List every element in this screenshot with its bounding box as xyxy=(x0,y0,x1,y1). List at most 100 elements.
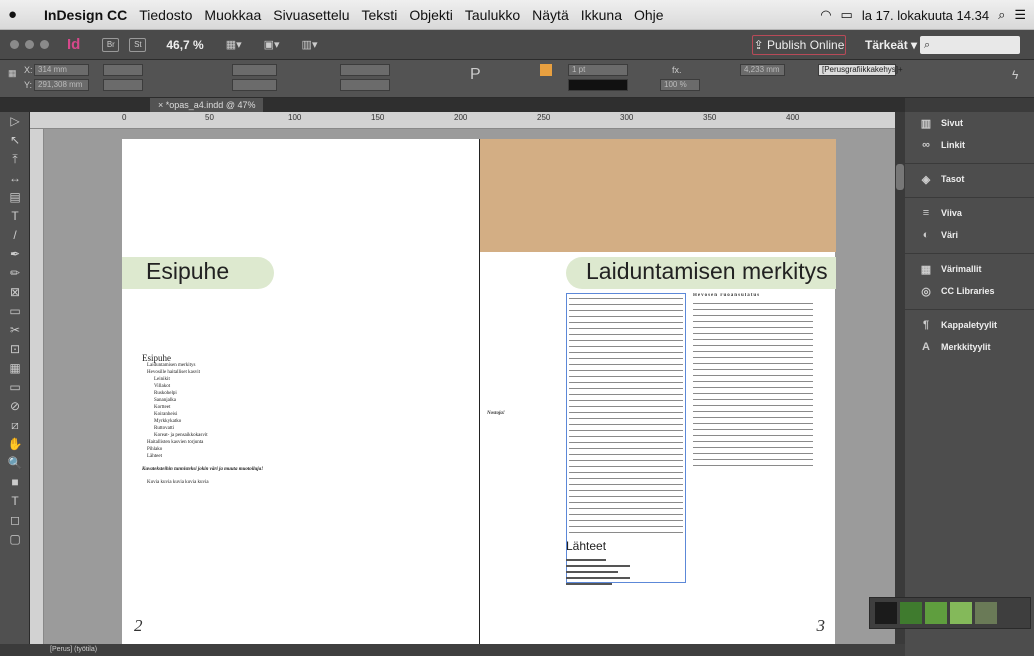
tool-7-icon[interactable]: ✒ xyxy=(0,245,30,264)
close-tab-icon[interactable]: × xyxy=(158,100,166,110)
tool-18-icon[interactable]: 🔍 xyxy=(0,454,30,473)
app-menu[interactable]: InDesign CC xyxy=(44,7,127,23)
horizontal-ruler[interactable]: 0 50 100 150 200 250 300 350 400 xyxy=(30,112,905,129)
menu-2[interactable]: Sivuasettelu xyxy=(273,7,349,23)
object-style-field[interactable]: [Perusgrafiikkakehys]+ xyxy=(818,64,903,76)
stroke-type-field[interactable] xyxy=(568,79,628,91)
menu-4[interactable]: Objekti xyxy=(409,7,453,23)
panel-kappaletyylit[interactable]: ¶ Kappaletyylit xyxy=(905,314,1034,336)
menu-8[interactable]: Ohje xyxy=(634,7,664,23)
tool-1-icon[interactable]: ↖ xyxy=(0,131,30,150)
color-swatch[interactable] xyxy=(925,602,947,624)
view-options-icon[interactable]: ▦▾ xyxy=(226,38,242,51)
color-swatch[interactable] xyxy=(975,602,997,624)
reference-point-icon[interactable]: ▦ xyxy=(8,68,17,79)
document-tab[interactable]: × *opas_a4.indd @ 47% xyxy=(150,98,264,112)
toc-entry: Villakot xyxy=(154,384,171,389)
panel-tasot[interactable]: ◈ Tasot xyxy=(905,168,1034,190)
color-swatch[interactable] xyxy=(875,602,897,624)
notification-icon[interactable]: ☰ xyxy=(1014,7,1026,23)
page-heading-laiduntamisen[interactable]: Laiduntamisen merkitys xyxy=(586,258,828,285)
color-swatch[interactable] xyxy=(950,602,972,624)
tool-3-icon[interactable]: ↔ xyxy=(0,169,30,188)
vertical-scrollbar[interactable] xyxy=(895,112,905,644)
header-image-band[interactable] xyxy=(480,139,836,252)
minimize-window-button[interactable] xyxy=(25,40,34,49)
panel-väri[interactable]: ◐ Väri xyxy=(905,224,1034,246)
rotate-field[interactable] xyxy=(340,64,390,76)
opacity-field[interactable]: 100 % xyxy=(660,79,700,91)
close-window-button[interactable] xyxy=(10,40,19,49)
scroll-thumb[interactable] xyxy=(896,164,904,190)
tool-21-icon[interactable]: ◻ xyxy=(0,511,30,530)
tool-6-icon[interactable]: / xyxy=(0,226,30,245)
pull-quote-note[interactable]: Nostoja! xyxy=(487,411,505,416)
tool-5-icon[interactable]: T xyxy=(0,207,30,226)
menu-0[interactable]: Tiedosto xyxy=(139,7,192,23)
text-frame-icon[interactable]: P xyxy=(470,66,481,84)
stock-button[interactable]: St xyxy=(129,37,147,52)
tool-0-icon[interactable]: ▷ xyxy=(0,112,30,131)
tool-14-icon[interactable]: ▭ xyxy=(0,378,30,397)
help-search-input[interactable]: ⌕ xyxy=(920,36,1020,54)
tool-12-icon[interactable]: ⊡ xyxy=(0,340,30,359)
left-page[interactable]: Esipuhe Esipuhe Laiduntamisen merkitys He… xyxy=(122,139,479,644)
menu-7[interactable]: Ikkuna xyxy=(581,7,622,23)
tool-19-icon[interactable]: ■ xyxy=(0,473,30,492)
tool-8-icon[interactable]: ✏ xyxy=(0,264,30,283)
clock[interactable]: la 17. lokakuuta 14.34 xyxy=(862,8,989,23)
table-of-contents[interactable]: Esipuhe Laiduntamisen merkitys Hevosille … xyxy=(142,354,302,486)
shear-field[interactable] xyxy=(340,79,390,91)
tool-20-icon[interactable]: T xyxy=(0,492,30,511)
frame-fitting-field[interactable]: 4,233 mm xyxy=(740,64,785,76)
menu-5[interactable]: Taulukko xyxy=(465,7,520,23)
menu-1[interactable]: Muokkaa xyxy=(204,7,261,23)
tool-9-icon[interactable]: ⊠ xyxy=(0,283,30,302)
tool-15-icon[interactable]: ⊘ xyxy=(0,397,30,416)
apple-icon[interactable]: ● xyxy=(8,6,30,23)
tool-13-icon[interactable]: ▦ xyxy=(0,359,30,378)
width-field[interactable] xyxy=(103,64,143,76)
fx-icon[interactable]: fx. xyxy=(672,65,682,75)
bridge-button[interactable]: Br xyxy=(102,37,120,52)
quick-apply-icon[interactable]: ϟ xyxy=(1012,68,1018,82)
panel-värimallit[interactable]: ▦ Värimallit xyxy=(905,258,1034,280)
tool-10-icon[interactable]: ▭ xyxy=(0,302,30,321)
x-field[interactable]: 314 mm xyxy=(34,64,89,76)
tool-22-icon[interactable]: ▢ xyxy=(0,530,30,549)
stroke-weight-field[interactable]: 1 pt xyxy=(568,64,628,76)
height-field[interactable] xyxy=(103,79,143,91)
spotlight-icon[interactable]: ⌕ xyxy=(998,7,1005,23)
battery-icon[interactable]: ▭ xyxy=(841,7,853,23)
tool-17-icon[interactable]: ✋ xyxy=(0,435,30,454)
panel-viiva[interactable]: ≡ Viiva xyxy=(905,202,1034,224)
menu-3[interactable]: Teksti xyxy=(362,7,398,23)
page-selector[interactable]: [Perus] (työtila) xyxy=(50,646,97,653)
wifi-icon[interactable]: ◠ xyxy=(820,7,831,23)
fill-swatch[interactable] xyxy=(540,64,552,76)
body-text-column-2[interactable]: Hevosen ruoansulatus xyxy=(693,293,813,473)
tool-11-icon[interactable]: ✂ xyxy=(0,321,30,340)
tool-4-icon[interactable]: ▤ xyxy=(0,188,30,207)
tool-2-icon[interactable]: ⤒ xyxy=(0,150,30,169)
scale-x-field[interactable] xyxy=(232,64,277,76)
tool-16-icon[interactable]: ⧄ xyxy=(0,416,30,435)
panel-sivut[interactable]: ▥ Sivut xyxy=(905,112,1034,134)
zoom-level[interactable]: 46,7 % xyxy=(166,38,203,52)
scale-y-field[interactable] xyxy=(232,79,277,91)
workspace-switcher[interactable]: Tärkeät ▾ xyxy=(865,38,917,52)
screen-mode-icon[interactable]: ▣▾ xyxy=(264,38,280,51)
page-heading-esipuhe[interactable]: Esipuhe xyxy=(146,258,229,285)
zoom-window-button[interactable] xyxy=(40,40,49,49)
color-swatch[interactable] xyxy=(900,602,922,624)
y-field[interactable]: 291,308 mm xyxy=(34,79,89,91)
vertical-ruler[interactable] xyxy=(30,129,44,644)
right-page[interactable]: Laiduntamisen merkitys Nostoja! Lähteet … xyxy=(479,139,836,644)
panel-cc-libraries[interactable]: ◎ CC Libraries xyxy=(905,280,1034,302)
pasteboard[interactable]: Esipuhe Esipuhe Laiduntamisen merkitys He… xyxy=(44,129,895,644)
arrange-documents-icon[interactable]: ▥▾ xyxy=(302,38,318,51)
panel-linkit[interactable]: ∞ Linkit xyxy=(905,134,1034,156)
panel-merkkityylit[interactable]: A Merkkityylit xyxy=(905,336,1034,358)
menu-6[interactable]: Näytä xyxy=(532,7,569,23)
publish-online-button[interactable]: ⇪ Publish Online xyxy=(752,35,846,55)
